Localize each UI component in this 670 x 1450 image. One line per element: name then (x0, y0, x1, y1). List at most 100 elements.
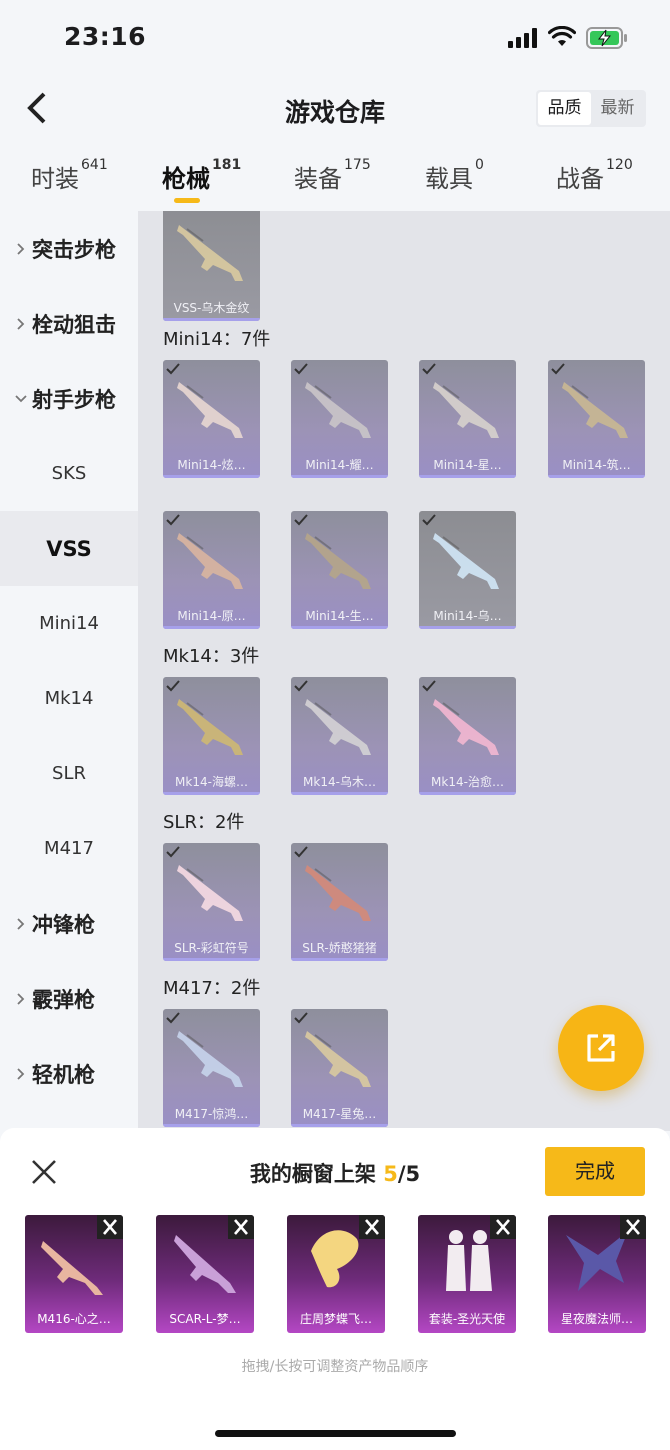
item-card[interactable]: Mk14-治愈… (419, 677, 516, 795)
wifi-icon (548, 26, 576, 46)
rarity-bar (163, 318, 260, 321)
sort-toggle[interactable]: 品质 最新 (536, 90, 646, 127)
rarity-bar (291, 475, 388, 478)
showcase-item[interactable]: M416-心之… (25, 1215, 123, 1333)
done-button[interactable]: 完成 (545, 1147, 645, 1196)
remove-item-button[interactable] (228, 1215, 254, 1239)
rarity-bar (291, 1124, 388, 1127)
item-name: M417-星兔… (302, 1107, 377, 1121)
category-tabs: 时装 641 枪械 181 装备 175 载具 0 战备 120 (0, 145, 670, 211)
item-name: Mini14-星… (433, 458, 502, 472)
item-card[interactable]: SLR-娇憨猪猪 (291, 843, 388, 961)
sidebar-item-sks[interactable]: SKS (0, 436, 138, 511)
sidebar: 突击步枪 栓动狙击 射手步枪 SKS VSS Mini14 Mk14 SLR M… (0, 211, 138, 1131)
tab-label: 载具 (425, 165, 473, 193)
sidebar-item-label: 轻机枪 (32, 1062, 95, 1087)
gun-image (305, 1031, 371, 1087)
gun-image (305, 865, 371, 921)
sidebar-item-smg[interactable]: 冲锋枪 (0, 886, 138, 961)
rarity-bar (419, 475, 516, 478)
tab-count: 0 (475, 157, 484, 173)
tab-equipment[interactable]: 装备 175 (294, 157, 371, 194)
remove-item-button[interactable] (97, 1215, 123, 1239)
remove-item-button[interactable] (359, 1215, 385, 1239)
home-indicator[interactable] (215, 1430, 456, 1437)
item-card[interactable]: Mk14-乌木… (291, 677, 388, 795)
item-card[interactable]: Mini14-生… (291, 511, 388, 629)
gun-image (433, 382, 499, 438)
item-name: Mini14-耀… (305, 458, 374, 472)
gun-image (177, 865, 243, 921)
gun-image (433, 699, 499, 755)
item-name: Mini14-乌… (433, 609, 502, 623)
sidebar-item-lmg[interactable]: 轻机枪 (0, 1036, 138, 1111)
chevron-right-icon (17, 242, 25, 255)
gun-image (177, 1031, 243, 1087)
close-icon (496, 1219, 510, 1235)
item-card[interactable]: Mk14-海螺… (163, 677, 260, 795)
tab-guns[interactable]: 枪械 181 (162, 157, 242, 194)
tab-count: 175 (344, 157, 371, 173)
chevron-right-icon (17, 992, 25, 1005)
section-label: Mini14：7件 (163, 329, 271, 350)
tab-count: 181 (212, 157, 242, 173)
rarity-bar (548, 475, 645, 478)
gun-image (305, 699, 371, 755)
tab-label: 时装 (31, 165, 79, 193)
item-card[interactable]: VSS-乌木金纹 (163, 211, 260, 321)
sidebar-item-bolt-sniper[interactable]: 栓动狙击 (0, 286, 138, 361)
item-card[interactable]: Mini14-筑… (548, 360, 645, 478)
showcase-item[interactable]: SCAR-L-梦… (156, 1215, 254, 1333)
sidebar-item-vss[interactable]: VSS (0, 511, 138, 586)
share-icon (587, 1034, 615, 1062)
gun-image (177, 225, 243, 281)
chevron-down-icon (15, 394, 27, 402)
sidebar-item-mk14[interactable]: Mk14 (0, 661, 138, 736)
nav-header: 游戏仓库 品质 最新 (0, 75, 670, 140)
item-card[interactable]: Mini14-乌… (419, 511, 516, 629)
tab-vehicles[interactable]: 载具 0 (425, 157, 484, 194)
close-icon (365, 1219, 379, 1235)
sort-option-quality[interactable]: 品质 (538, 92, 591, 125)
item-name: Mini14-筑… (562, 458, 631, 472)
item-card[interactable]: Mini14-耀… (291, 360, 388, 478)
tab-fashion[interactable]: 时装 641 (31, 157, 108, 194)
rarity-bar (291, 626, 388, 629)
sidebar-item-m417[interactable]: M417 (0, 811, 138, 886)
rarity-bar (163, 626, 260, 629)
item-name: M417-惊鸿… (174, 1107, 249, 1121)
section-label: Mk14：3件 (163, 646, 260, 667)
gun-image (177, 699, 243, 755)
sidebar-item-shotgun[interactable]: 霰弹枪 (0, 961, 138, 1036)
item-name: SLR-彩虹符号 (174, 941, 249, 955)
chevron-right-icon (17, 317, 25, 330)
share-button[interactable] (558, 1005, 644, 1091)
remove-item-button[interactable] (620, 1215, 646, 1239)
item-card[interactable]: M417-星兔… (291, 1009, 388, 1127)
showcase-item[interactable]: 星夜魔法师… (548, 1215, 646, 1333)
item-card[interactable]: Mini14-原… (163, 511, 260, 629)
sidebar-item-label: 射手步枪 (32, 387, 116, 412)
showcase-item-name: 星夜魔法师… (560, 1312, 633, 1326)
remove-item-button[interactable] (490, 1215, 516, 1239)
sidebar-item-slr[interactable]: SLR (0, 736, 138, 811)
sidebar-item-marksman-rifle[interactable]: 射手步枪 (0, 361, 138, 436)
rarity-bar (419, 792, 516, 795)
showcase-item[interactable]: 套装-圣光天使 (418, 1215, 516, 1333)
sort-option-newest[interactable]: 最新 (591, 92, 644, 125)
section-label: M417：2件 (163, 978, 261, 999)
tab-label: 枪械 (162, 165, 210, 193)
sidebar-item-assault-rifle[interactable]: 突击步枪 (0, 211, 138, 286)
item-card[interactable]: SLR-彩虹符号 (163, 843, 260, 961)
showcase-item-name: SCAR-L-梦… (169, 1312, 241, 1326)
item-card[interactable]: M417-惊鸿… (163, 1009, 260, 1127)
tab-label: 战备 (556, 165, 604, 193)
item-card[interactable]: Mini14-炫… (163, 360, 260, 478)
sidebar-item-mini14[interactable]: Mini14 (0, 586, 138, 661)
chevron-right-icon (17, 1067, 25, 1080)
showcase-item[interactable]: 庄周梦蝶飞… (287, 1215, 385, 1333)
tab-supplies[interactable]: 战备 120 (556, 157, 633, 194)
item-card[interactable]: Mini14-星… (419, 360, 516, 478)
showcase-item-name: M416-心之… (37, 1312, 111, 1326)
showcase-total: /5 (397, 1162, 421, 1186)
